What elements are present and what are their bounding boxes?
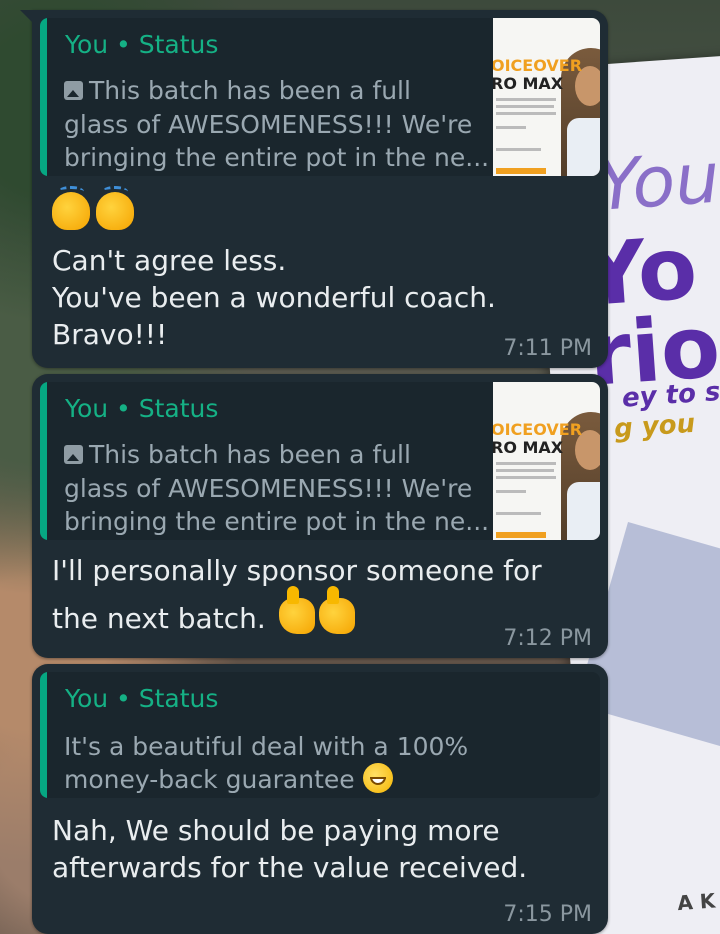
message-text: Nah, We should be paying more (52, 814, 500, 847)
thumbnail-text (496, 98, 556, 101)
thumbnail-text (496, 462, 556, 465)
quoted-status[interactable]: You • Status It's a beautiful deal with … (40, 672, 600, 798)
thumbnail-title: RO MAX (493, 438, 564, 457)
message-bubble[interactable]: You • Status This batch has been a full … (20, 10, 608, 368)
thumbnail-text (496, 469, 554, 472)
quote-line: This batch has been a full (64, 74, 411, 107)
quoted-status[interactable]: You • Status This batch has been a full … (40, 18, 600, 176)
thumbnail-title: OICEOVER (493, 420, 583, 439)
quote-accent-bar (40, 382, 47, 540)
thumbnail-highlight (496, 168, 546, 174)
grinning-face-icon (362, 763, 393, 793)
quote-accent-bar (40, 18, 47, 176)
thumbnail-text (496, 126, 526, 129)
clapping-hands-icon (96, 186, 134, 230)
status-thumbnail[interactable]: OICEOVER RO MAX (493, 382, 600, 540)
message-text: the next batch. (52, 586, 355, 637)
quote-line: It's a beautiful deal with a 100% (64, 732, 469, 761)
thumbnail-person (567, 482, 600, 540)
thumbnail-title: RO MAX (493, 74, 564, 93)
bubble-tail (20, 10, 34, 24)
quote-line: bringing the entire pot in the ne... (64, 143, 490, 172)
wallpaper-text: You (594, 136, 720, 227)
thumbs-up-icon (278, 586, 315, 634)
wallpaper-text: g you (613, 408, 697, 445)
message-time: 7:12 PM (503, 626, 592, 651)
thumbnail-title: OICEOVER (493, 56, 583, 75)
clapping-hands-icon (52, 186, 90, 230)
message-text: I'll personally sponsor someone for (52, 554, 542, 587)
quote-line: bringing the entire pot in the ne... (64, 507, 490, 536)
thumbnail-person (567, 118, 600, 176)
thumbs-up-icon (318, 586, 355, 634)
thumbnail-text (496, 476, 556, 479)
thumbnail-text (496, 105, 554, 108)
message-time: 7:11 PM (503, 336, 592, 361)
quote-author: You • Status (65, 30, 219, 59)
message-text: Can't agree less. (52, 244, 287, 277)
thumbnail-text (496, 490, 526, 493)
message-emoji (52, 186, 140, 239)
quote-line: glass of AWESOMENESS!!! We're (64, 474, 473, 503)
quote-accent-bar (40, 672, 47, 798)
quote-author: You • Status (65, 394, 219, 423)
thumbnail-highlight (496, 532, 546, 538)
image-icon (64, 445, 83, 464)
wallpaper-text: A K (676, 888, 717, 916)
message-text: Bravo!!! (52, 318, 168, 351)
message-text: You've been a wonderful coach. (52, 281, 496, 314)
image-icon (64, 81, 83, 100)
message-bubble[interactable]: You • Status It's a beautiful deal with … (32, 664, 608, 934)
thumbnail-text (496, 148, 541, 151)
quoted-status[interactable]: You • Status This batch has been a full … (40, 382, 600, 540)
message-text: afterwards for the value received. (52, 851, 528, 884)
quote-author: You • Status (65, 684, 219, 713)
quote-line: money-back guarantee (64, 763, 393, 796)
message-bubble[interactable]: You • Status This batch has been a full … (32, 374, 608, 658)
thumbnail-text (496, 112, 556, 115)
status-thumbnail[interactable]: OICEOVER RO MAX (493, 18, 600, 176)
quote-line: This batch has been a full (64, 438, 411, 471)
message-time: 7:15 PM (503, 902, 592, 927)
thumbnail-text (496, 512, 541, 515)
quote-line: glass of AWESOMENESS!!! We're (64, 110, 473, 139)
